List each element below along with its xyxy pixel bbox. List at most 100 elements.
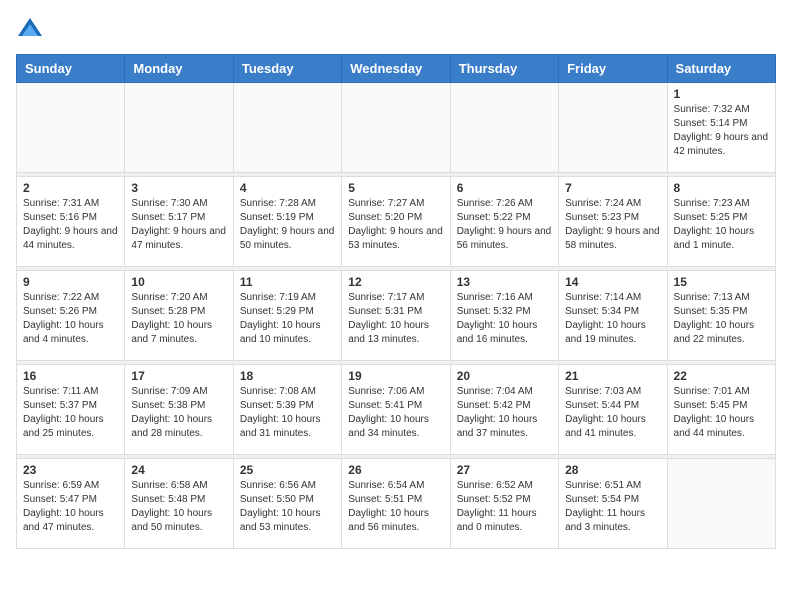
calendar-cell: 4 Sunrise: 7:28 AM Sunset: 5:19 PM Daylig… [233, 177, 341, 267]
day-number: 2 [23, 181, 118, 195]
day-info: Sunrise: 6:52 AM Sunset: 5:52 PM Dayligh… [457, 479, 552, 535]
weekday-header: Friday [559, 55, 667, 83]
calendar-cell [667, 459, 775, 549]
day-number: 15 [674, 275, 769, 289]
day-number: 18 [240, 369, 335, 383]
weekday-header: Tuesday [233, 55, 341, 83]
calendar-week-row: 1 Sunrise: 7:32 AM Sunset: 5:14 PM Daylig… [17, 83, 776, 173]
day-info: Sunrise: 7:03 AM Sunset: 5:44 PM Dayligh… [565, 385, 660, 441]
day-number: 22 [674, 369, 769, 383]
calendar-week-row: 23 Sunrise: 6:59 AM Sunset: 5:47 PM Dayli… [17, 459, 776, 549]
calendar-header-row: SundayMondayTuesdayWednesdayThursdayFrid… [17, 55, 776, 83]
day-number: 8 [674, 181, 769, 195]
day-number: 25 [240, 463, 335, 477]
day-number: 11 [240, 275, 335, 289]
calendar-cell [559, 83, 667, 173]
day-number: 12 [348, 275, 443, 289]
calendar-cell: 3 Sunrise: 7:30 AM Sunset: 5:17 PM Daylig… [125, 177, 233, 267]
calendar-cell: 27 Sunrise: 6:52 AM Sunset: 5:52 PM Dayli… [450, 459, 558, 549]
day-number: 9 [23, 275, 118, 289]
day-info: Sunrise: 7:28 AM Sunset: 5:19 PM Dayligh… [240, 197, 335, 253]
calendar-cell: 11 Sunrise: 7:19 AM Sunset: 5:29 PM Dayli… [233, 271, 341, 361]
calendar-cell: 10 Sunrise: 7:20 AM Sunset: 5:28 PM Dayli… [125, 271, 233, 361]
calendar-cell: 13 Sunrise: 7:16 AM Sunset: 5:32 PM Dayli… [450, 271, 558, 361]
day-info: Sunrise: 7:06 AM Sunset: 5:41 PM Dayligh… [348, 385, 443, 441]
day-info: Sunrise: 6:59 AM Sunset: 5:47 PM Dayligh… [23, 479, 118, 535]
day-number: 17 [131, 369, 226, 383]
calendar-cell [125, 83, 233, 173]
calendar-cell: 25 Sunrise: 6:56 AM Sunset: 5:50 PM Dayli… [233, 459, 341, 549]
weekday-header: Thursday [450, 55, 558, 83]
day-info: Sunrise: 6:58 AM Sunset: 5:48 PM Dayligh… [131, 479, 226, 535]
calendar-cell: 17 Sunrise: 7:09 AM Sunset: 5:38 PM Dayli… [125, 365, 233, 455]
calendar-cell: 16 Sunrise: 7:11 AM Sunset: 5:37 PM Dayli… [17, 365, 125, 455]
day-number: 26 [348, 463, 443, 477]
day-number: 10 [131, 275, 226, 289]
day-info: Sunrise: 6:54 AM Sunset: 5:51 PM Dayligh… [348, 479, 443, 535]
day-info: Sunrise: 7:17 AM Sunset: 5:31 PM Dayligh… [348, 291, 443, 347]
day-info: Sunrise: 7:09 AM Sunset: 5:38 PM Dayligh… [131, 385, 226, 441]
day-number: 5 [348, 181, 443, 195]
day-info: Sunrise: 7:04 AM Sunset: 5:42 PM Dayligh… [457, 385, 552, 441]
day-info: Sunrise: 7:31 AM Sunset: 5:16 PM Dayligh… [23, 197, 118, 253]
weekday-header: Wednesday [342, 55, 450, 83]
day-number: 28 [565, 463, 660, 477]
calendar-cell: 20 Sunrise: 7:04 AM Sunset: 5:42 PM Dayli… [450, 365, 558, 455]
calendar-cell: 19 Sunrise: 7:06 AM Sunset: 5:41 PM Dayli… [342, 365, 450, 455]
day-info: Sunrise: 7:20 AM Sunset: 5:28 PM Dayligh… [131, 291, 226, 347]
day-number: 1 [674, 87, 769, 101]
calendar-cell: 1 Sunrise: 7:32 AM Sunset: 5:14 PM Daylig… [667, 83, 775, 173]
day-number: 19 [348, 369, 443, 383]
calendar-cell [233, 83, 341, 173]
calendar-cell: 7Sunrise: 7:24 AM Sunset: 5:23 PM Daylig… [559, 177, 667, 267]
weekday-header: Monday [125, 55, 233, 83]
calendar-week-row: 16 Sunrise: 7:11 AM Sunset: 5:37 PM Dayli… [17, 365, 776, 455]
calendar-cell: 28 Sunrise: 6:51 AM Sunset: 5:54 PM Dayli… [559, 459, 667, 549]
calendar-cell: 21 Sunrise: 7:03 AM Sunset: 5:44 PM Dayli… [559, 365, 667, 455]
day-info: Sunrise: 7:32 AM Sunset: 5:14 PM Dayligh… [674, 103, 769, 159]
day-info: Sunrise: 7:01 AM Sunset: 5:45 PM Dayligh… [674, 385, 769, 441]
calendar-week-row: 9 Sunrise: 7:22 AM Sunset: 5:26 PM Daylig… [17, 271, 776, 361]
day-info: Sunrise: 7:27 AM Sunset: 5:20 PM Dayligh… [348, 197, 443, 253]
day-number: 14 [565, 275, 660, 289]
day-number: 4 [240, 181, 335, 195]
weekday-header: Saturday [667, 55, 775, 83]
day-info: Sunrise: 7:08 AM Sunset: 5:39 PM Dayligh… [240, 385, 335, 441]
day-number: 6 [457, 181, 552, 195]
day-info: Sunrise: 6:56 AM Sunset: 5:50 PM Dayligh… [240, 479, 335, 535]
calendar-cell: 18 Sunrise: 7:08 AM Sunset: 5:39 PM Dayli… [233, 365, 341, 455]
calendar-cell: 8 Sunrise: 7:23 AM Sunset: 5:25 PM Daylig… [667, 177, 775, 267]
calendar-week-row: 2 Sunrise: 7:31 AM Sunset: 5:16 PM Daylig… [17, 177, 776, 267]
calendar-cell [342, 83, 450, 173]
day-info: Sunrise: 7:30 AM Sunset: 5:17 PM Dayligh… [131, 197, 226, 253]
day-info: Sunrise: 7:14 AM Sunset: 5:34 PM Dayligh… [565, 291, 660, 347]
calendar-cell: 6 Sunrise: 7:26 AM Sunset: 5:22 PM Daylig… [450, 177, 558, 267]
day-number: 27 [457, 463, 552, 477]
calendar-cell: 26 Sunrise: 6:54 AM Sunset: 5:51 PM Dayli… [342, 459, 450, 549]
day-info: Sunrise: 7:23 AM Sunset: 5:25 PM Dayligh… [674, 197, 769, 253]
calendar-cell: 14 Sunrise: 7:14 AM Sunset: 5:34 PM Dayli… [559, 271, 667, 361]
day-info: Sunrise: 7:16 AM Sunset: 5:32 PM Dayligh… [457, 291, 552, 347]
calendar-cell: 24 Sunrise: 6:58 AM Sunset: 5:48 PM Dayli… [125, 459, 233, 549]
day-number: 3 [131, 181, 226, 195]
calendar-cell [17, 83, 125, 173]
day-number: 21 [565, 369, 660, 383]
calendar-cell: 9 Sunrise: 7:22 AM Sunset: 5:26 PM Daylig… [17, 271, 125, 361]
day-number: 20 [457, 369, 552, 383]
logo-icon [16, 16, 44, 44]
day-info: Sunrise: 7:22 AM Sunset: 5:26 PM Dayligh… [23, 291, 118, 347]
day-info: Sunrise: 7:26 AM Sunset: 5:22 PM Dayligh… [457, 197, 552, 253]
day-info: Sunrise: 7:24 AM Sunset: 5:23 PM Dayligh… [565, 197, 660, 253]
calendar-cell: 12 Sunrise: 7:17 AM Sunset: 5:31 PM Dayli… [342, 271, 450, 361]
page-header [16, 16, 776, 44]
day-info: Sunrise: 7:13 AM Sunset: 5:35 PM Dayligh… [674, 291, 769, 347]
day-info: Sunrise: 7:11 AM Sunset: 5:37 PM Dayligh… [23, 385, 118, 441]
logo [16, 16, 48, 44]
day-number: 24 [131, 463, 226, 477]
calendar-table: SundayMondayTuesdayWednesdayThursdayFrid… [16, 54, 776, 549]
day-info: Sunrise: 6:51 AM Sunset: 5:54 PM Dayligh… [565, 479, 660, 535]
day-info: Sunrise: 7:19 AM Sunset: 5:29 PM Dayligh… [240, 291, 335, 347]
day-number: 13 [457, 275, 552, 289]
day-number: 23 [23, 463, 118, 477]
day-number: 16 [23, 369, 118, 383]
